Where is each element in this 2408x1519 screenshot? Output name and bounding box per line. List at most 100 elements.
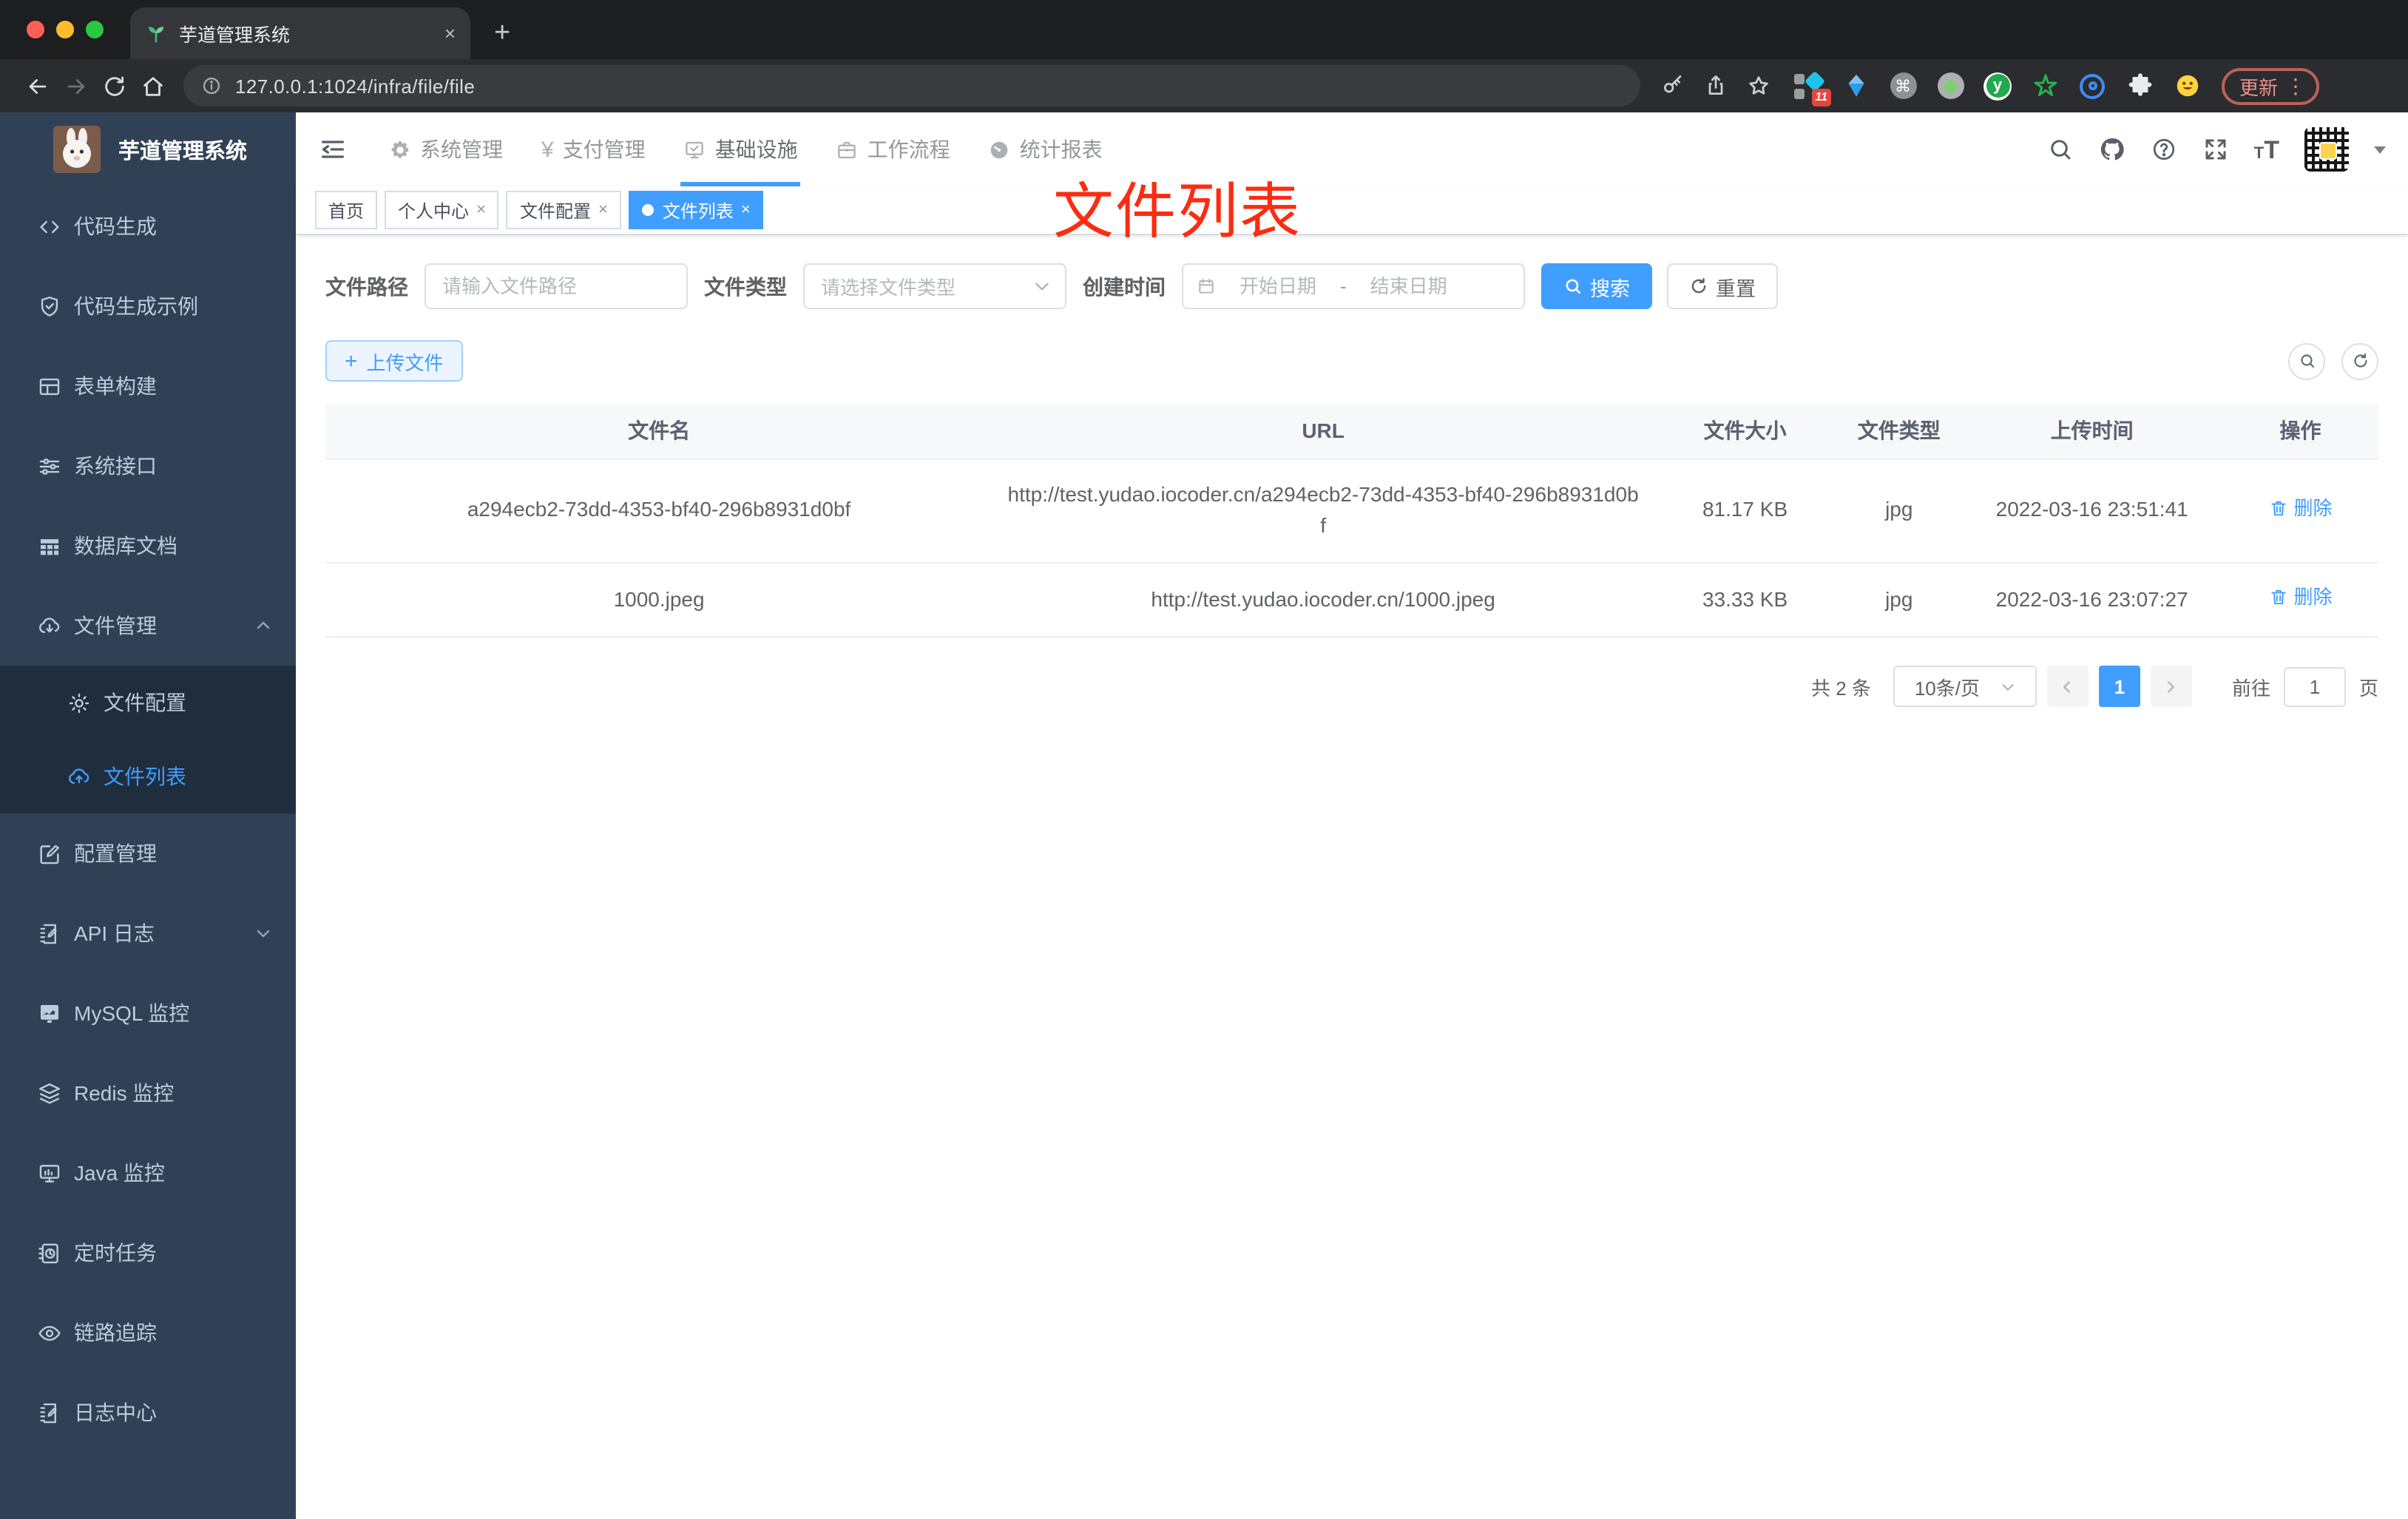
- back-icon[interactable]: [18, 68, 56, 104]
- top-menu-infrastructure[interactable]: 基础设施: [665, 112, 817, 186]
- sidebar-collapse-icon[interactable]: [296, 135, 370, 164]
- balloon-extension-icon[interactable]: [1841, 72, 1870, 100]
- font-size-icon[interactable]: TT: [2254, 137, 2279, 162]
- sidebar-item-java-monitor[interactable]: Java 监控: [0, 1133, 296, 1213]
- sidebar-item-system-api[interactable]: 系统接口: [0, 426, 296, 506]
- password-key-icon[interactable]: [1661, 74, 1685, 98]
- sidebar-item-log-center[interactable]: 日志中心: [0, 1373, 296, 1452]
- top-menu-system[interactable]: 系统管理: [370, 112, 522, 186]
- help-icon[interactable]: [2151, 136, 2177, 163]
- star-extension-icon[interactable]: [2031, 72, 2059, 100]
- file-table: 文件名 URL 文件大小 文件类型 上传时间 操作 a294ecb2-73dd-…: [325, 404, 2378, 638]
- command-extension-icon[interactable]: ⌘: [1889, 72, 1917, 100]
- goto-page-input[interactable]: [2283, 666, 2346, 707]
- avatar[interactable]: [2304, 127, 2349, 172]
- file-type-select[interactable]: 请选择文件类型: [803, 263, 1066, 309]
- col-upload-time: 上传时间: [1961, 404, 2222, 459]
- sidebar-item-form-builder[interactable]: 表单构建: [0, 346, 296, 426]
- cell-url: http://test.yudao.iocoder.cn/a294ecb2-73…: [992, 459, 1654, 564]
- delete-button[interactable]: 删除: [2268, 493, 2332, 523]
- browser-menu-icon[interactable]: ⋮: [2285, 73, 2306, 98]
- sidebar-item-db-doc[interactable]: 数据库文档: [0, 506, 296, 586]
- y-extension-icon[interactable]: y: [1983, 72, 2012, 100]
- forward-icon[interactable]: [56, 68, 95, 104]
- record-extension-icon[interactable]: [1936, 72, 1964, 100]
- sidebar-logo[interactable]: 芋道管理系统: [0, 112, 296, 186]
- cell-upload-time: 2022-03-16 23:51:41: [1961, 459, 2222, 564]
- smiley-extension-icon[interactable]: [2173, 72, 2201, 100]
- search-button[interactable]: 搜索: [1541, 263, 1652, 309]
- file-management-submenu: 文件配置 文件列表: [0, 666, 296, 813]
- tab-close-icon[interactable]: ×: [476, 201, 486, 219]
- bookmark-star-icon[interactable]: [1747, 74, 1771, 98]
- sidebar-item-file-list[interactable]: 文件列表: [0, 740, 296, 813]
- search-icon[interactable]: [2047, 136, 2074, 163]
- table-row: 1000.jpeg http://test.yudao.iocoder.cn/1…: [325, 562, 2378, 638]
- browser-tab[interactable]: 芋道管理系统 ×: [130, 7, 470, 59]
- url-bar[interactable]: 127.0.0.1:1024/infra/file/file: [183, 65, 1640, 106]
- calendar-icon: [1199, 278, 1214, 294]
- sidebar-item-code-example[interactable]: 代码生成示例: [0, 266, 296, 346]
- url-text[interactable]: 127.0.0.1:1024/infra/file/file: [235, 75, 475, 97]
- refresh-icon: [2353, 353, 2367, 368]
- start-date-input[interactable]: [1222, 275, 1334, 297]
- upload-file-button[interactable]: + 上传文件: [325, 340, 463, 382]
- sidebar-item-tracing[interactable]: 链路追踪: [0, 1293, 296, 1373]
- sidebar-item-api-log[interactable]: API 日志: [0, 893, 296, 973]
- sidebar-item-code-generation[interactable]: 代码生成: [0, 186, 296, 266]
- page-number-current[interactable]: 1: [2098, 666, 2140, 708]
- delete-button[interactable]: 删除: [2268, 583, 2332, 612]
- gear-icon: [391, 141, 409, 158]
- sidebar-extension-icon[interactable]: 11: [1794, 70, 1831, 106]
- annotation-file-list: 文件列表: [1053, 177, 1302, 246]
- table-toolbar: + 上传文件: [325, 340, 2378, 382]
- tab-profile[interactable]: 个人中心 ×: [385, 191, 499, 229]
- sidebar-item-file-config[interactable]: 文件配置: [0, 666, 296, 740]
- window-controls[interactable]: [27, 21, 104, 38]
- sidebar-item-mysql-monitor[interactable]: MySQL 监控: [0, 973, 296, 1053]
- search-form: 文件路径 文件类型 请选择文件类型 创建时间 -: [325, 263, 2378, 309]
- github-icon[interactable]: [2099, 136, 2125, 163]
- sidebar-item-scheduled-tasks[interactable]: 定时任务: [0, 1213, 296, 1293]
- home-icon[interactable]: [133, 68, 172, 104]
- top-menu-workflow[interactable]: 工作流程: [817, 112, 970, 186]
- date-range-picker[interactable]: -: [1182, 263, 1525, 309]
- top-menu-payment[interactable]: ¥ 支付管理: [522, 112, 665, 186]
- sidebar-item-config-management[interactable]: 配置管理: [0, 813, 296, 893]
- fullscreen-icon[interactable]: [2202, 136, 2229, 163]
- share-icon[interactable]: [1704, 74, 1728, 98]
- browser-update-button[interactable]: 更新 ⋮: [2222, 67, 2320, 104]
- file-list-page: 文件路径 文件类型 请选择文件类型 创建时间 -: [296, 235, 2408, 1519]
- monitor-icon: [39, 1164, 60, 1182]
- top-menu-reports[interactable]: 统计报表: [970, 112, 1122, 186]
- eye-extension-icon[interactable]: [2078, 72, 2106, 100]
- puzzle-extensions-icon[interactable]: [2125, 72, 2154, 100]
- chevron-down-icon: [1035, 283, 1049, 291]
- sidebar-item-file-management[interactable]: 文件管理: [0, 586, 296, 666]
- tab-file-list[interactable]: 文件列表 ×: [628, 191, 764, 229]
- file-type-label: 文件类型: [704, 274, 787, 298]
- end-date-input[interactable]: [1352, 275, 1465, 297]
- briefcase-icon: [838, 141, 856, 158]
- show-search-toggle-button[interactable]: [2288, 342, 2325, 379]
- reset-button[interactable]: 重置: [1667, 263, 1778, 309]
- avatar-caret-icon[interactable]: [2374, 146, 2386, 153]
- prev-page-button[interactable]: [2046, 666, 2089, 708]
- minimize-window-button[interactable]: [56, 21, 74, 38]
- table-header-row: 文件名 URL 文件大小 文件类型 上传时间 操作: [325, 404, 2378, 459]
- shield-check-icon: [41, 296, 58, 316]
- tab-close-icon[interactable]: ×: [598, 201, 608, 219]
- reload-icon[interactable]: [95, 68, 133, 104]
- next-page-button[interactable]: [2150, 666, 2192, 708]
- new-tab-button[interactable]: +: [494, 19, 510, 47]
- refresh-table-button[interactable]: [2341, 342, 2378, 379]
- tab-home[interactable]: 首页: [315, 191, 378, 229]
- zoom-window-button[interactable]: [86, 21, 104, 38]
- tab-file-config[interactable]: 文件配置 ×: [506, 191, 621, 229]
- tab-close-icon[interactable]: ×: [741, 201, 751, 219]
- close-window-button[interactable]: [27, 21, 44, 38]
- file-path-input[interactable]: [425, 263, 688, 309]
- page-size-select[interactable]: 10条/页: [1893, 666, 2037, 708]
- tab-close-icon[interactable]: ×: [444, 22, 456, 44]
- sidebar-item-redis-monitor[interactable]: Redis 监控: [0, 1053, 296, 1133]
